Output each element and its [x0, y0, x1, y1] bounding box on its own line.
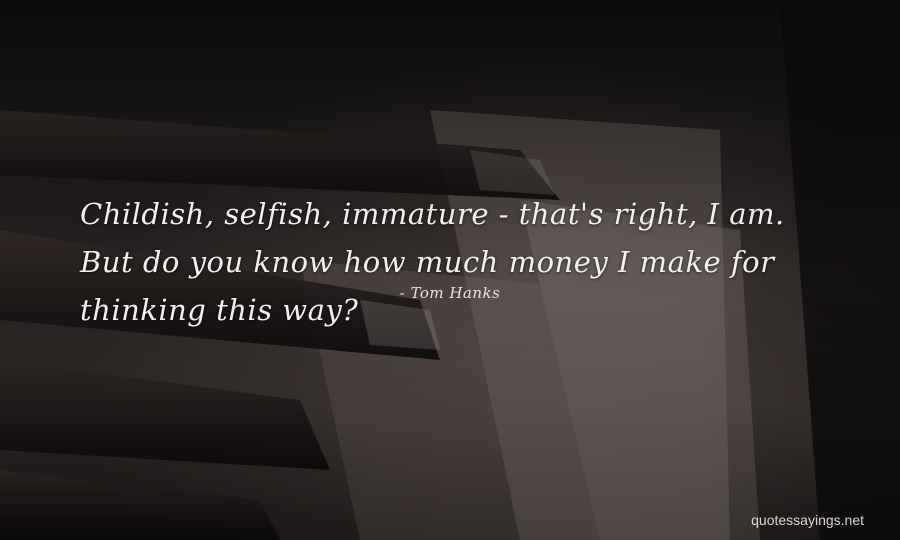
quote-author: - Tom Hanks: [399, 284, 501, 302]
quote-text: Childish, selfish, immature - that's rig…: [80, 197, 785, 327]
watermark: quotessayings.net: [751, 512, 864, 528]
quote-image: Childish, selfish, immature - that's rig…: [0, 0, 900, 540]
